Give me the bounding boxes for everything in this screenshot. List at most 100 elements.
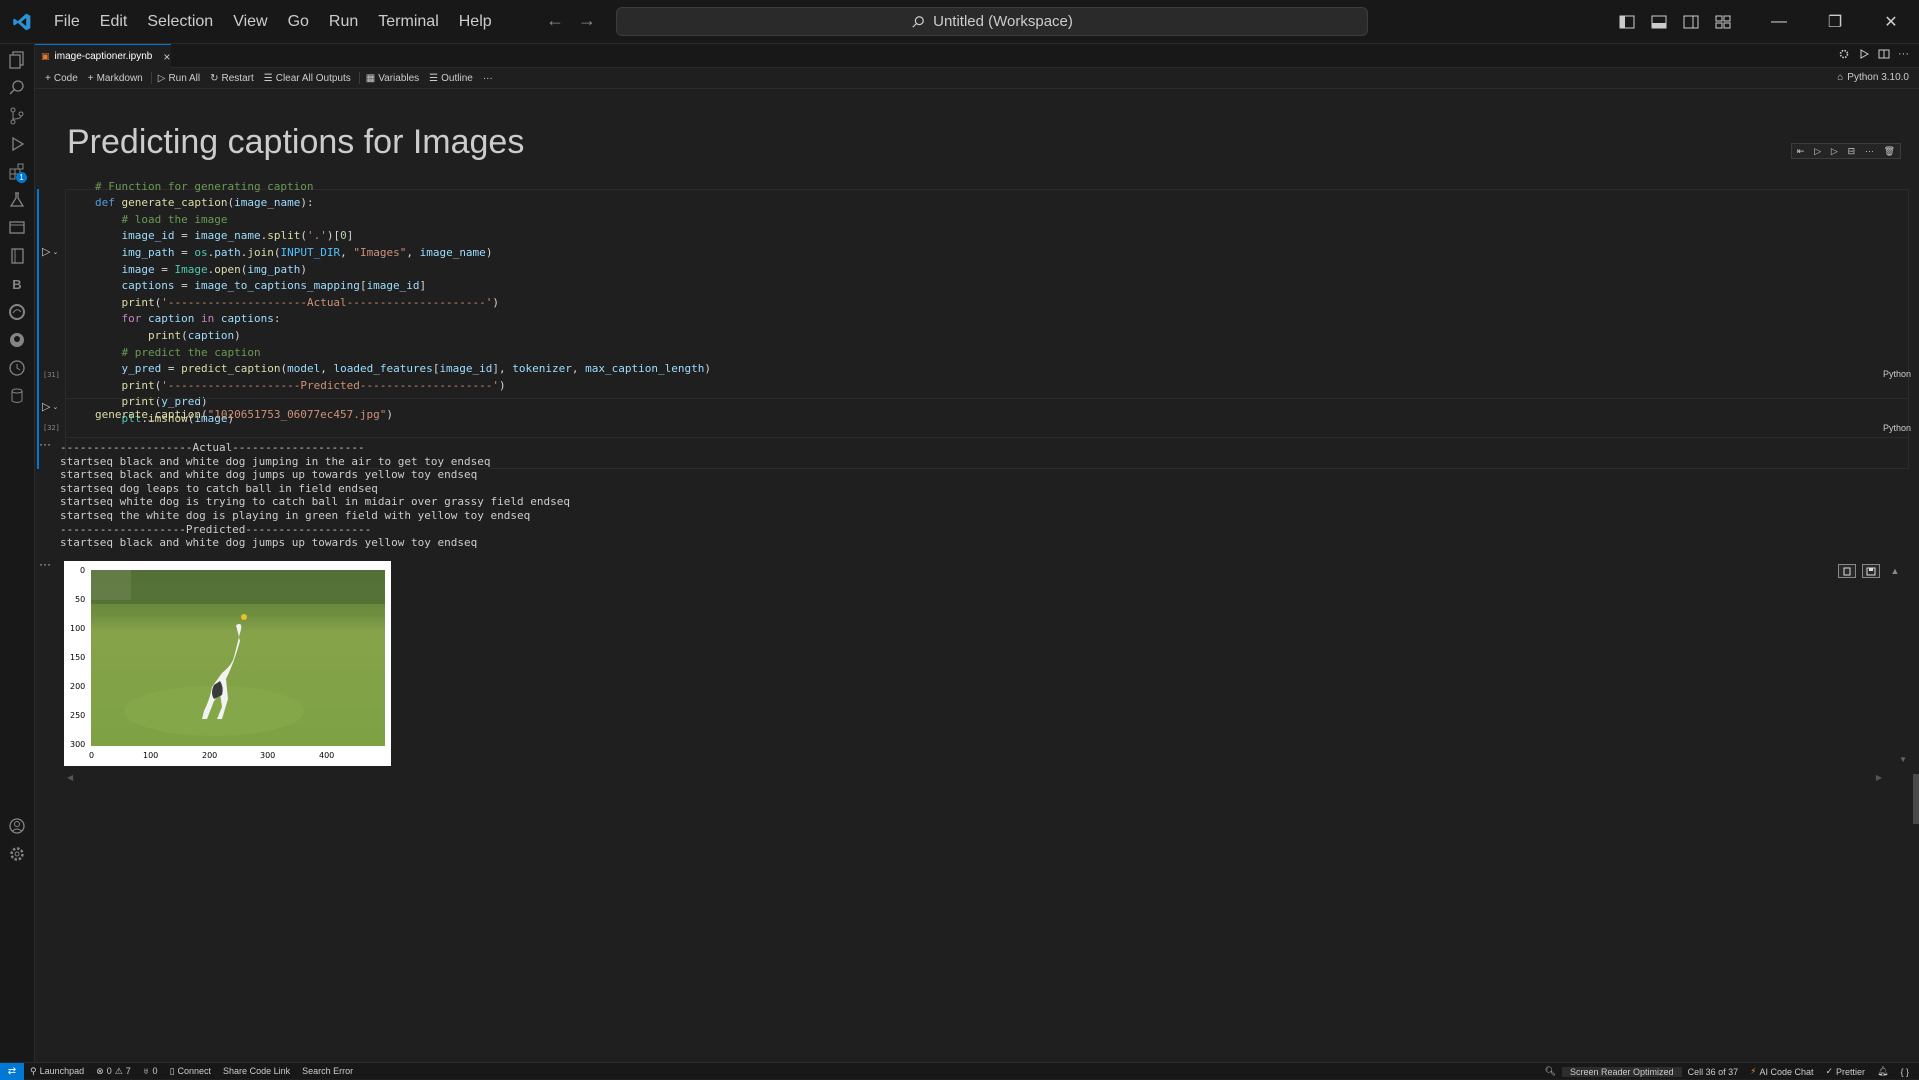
code-line: for caption in captions:	[121, 312, 281, 326]
scroll-left-icon[interactable]: ◀	[67, 773, 73, 782]
clear-outputs-button[interactable]: ☰ Clear All Outputs	[260, 73, 357, 84]
scroll-down-icon[interactable]: ▼	[1899, 755, 1907, 764]
extensions-icon[interactable]: 1	[7, 162, 27, 183]
execute-below-icon[interactable]: ▷	[1814, 146, 1821, 157]
screen-reader-item[interactable]: Screen Reader Optimized	[1562, 1066, 1682, 1077]
split-editor-icon[interactable]	[1878, 48, 1890, 60]
cell2-language[interactable]: Python	[1883, 423, 1911, 433]
cell1-language[interactable]: Python	[1883, 369, 1911, 379]
split-cell-icon[interactable]: ⊟	[1848, 146, 1856, 157]
execute-cell-icon[interactable]: ▷	[1831, 146, 1838, 157]
tab-image-captioner[interactable]: ▣ image-captioner.ipynb ×	[35, 44, 171, 68]
clear-all-icon: ☰	[263, 72, 273, 84]
cell1-run-button[interactable]: ▷ ⌄	[42, 245, 58, 258]
delete-cell-icon[interactable]: 🗑	[1884, 146, 1895, 157]
menu-run[interactable]: Run	[319, 0, 368, 44]
customize-layout-icon[interactable]	[1707, 0, 1739, 44]
vertical-scrollbar-thumb[interactable]	[1913, 774, 1919, 824]
forward-arrow-icon[interactable]: →	[578, 10, 596, 31]
chevron-down-icon: ⌄	[52, 248, 59, 256]
tab-close-icon[interactable]: ×	[163, 50, 170, 64]
toggle-primary-sidebar-icon[interactable]	[1611, 0, 1643, 44]
menu-selection[interactable]: Selection	[137, 0, 223, 44]
database-icon[interactable]	[7, 386, 27, 406]
cell2-code[interactable]: generate_caption("1020651753_06077ec457.…	[95, 407, 393, 424]
scroll-right-icon[interactable]: ▶	[1876, 773, 1882, 782]
restart-button[interactable]: ↻ Restart	[206, 73, 260, 84]
cell2-run-button[interactable]: ▷ ⌄	[42, 400, 58, 413]
chevron-up-icon[interactable]: ▲	[1886, 564, 1904, 578]
add-code-cell-button[interactable]: + Code	[41, 73, 84, 84]
settings-gear-icon[interactable]	[7, 844, 27, 864]
toolbar-separator	[358, 72, 360, 84]
toolbar-separator	[150, 72, 152, 84]
variables-button[interactable]: ▦ Variables	[362, 73, 425, 84]
toggle-panel-icon[interactable]	[1643, 0, 1675, 44]
ai-code-chat-item[interactable]: ⚡ AI Code Chat	[1744, 1066, 1819, 1077]
save-output-icon[interactable]	[1862, 564, 1880, 578]
code-line: # Function for generating caption	[95, 179, 314, 193]
minimize-icon[interactable]: —	[1751, 0, 1807, 44]
run-debug-icon[interactable]	[7, 134, 27, 154]
search-error-item[interactable]: Search Error	[296, 1066, 359, 1076]
image-plot-output: 0 50 100 150 200 250 300 0 100 200 300 4…	[64, 561, 391, 766]
kernel-picker[interactable]: ⌂ Python 3.10.0	[1837, 72, 1909, 83]
extensions-badge: 1	[16, 172, 27, 183]
run-cell-icon: ▷	[42, 246, 51, 258]
testing-flask-icon[interactable]	[7, 190, 27, 210]
menu-file[interactable]: File	[44, 0, 90, 44]
connect-item[interactable]: ▯ Connect	[164, 1066, 217, 1077]
x-tick: 200	[202, 751, 218, 760]
code-line: image_id = image_name.split('.')[0]	[121, 229, 354, 243]
feedback-braces-icon[interactable]: { }	[1894, 1067, 1915, 1077]
ports-item[interactable]: ♅ 0	[137, 1066, 164, 1076]
zoom-icon[interactable]: 🔍︎	[1539, 1066, 1562, 1077]
notifications-bell-icon[interactable]: 🔔︎	[1871, 1066, 1894, 1077]
accounts-icon[interactable]	[7, 816, 27, 836]
search-sidebar-icon[interactable]	[7, 78, 27, 98]
source-control-icon[interactable]	[7, 106, 27, 126]
remote-explorer-icon[interactable]	[7, 218, 27, 238]
menu-view[interactable]: View	[223, 0, 277, 44]
menu-edit[interactable]: Edit	[90, 0, 138, 44]
output-more-icon[interactable]: ···	[39, 437, 51, 451]
cell-position-item[interactable]: Cell 36 of 37	[1682, 1067, 1745, 1077]
menu-help[interactable]: Help	[449, 0, 502, 44]
output-more-icon[interactable]: ···	[39, 557, 51, 571]
add-markdown-label: Markdown	[96, 72, 143, 84]
prettier-item[interactable]: ✓ Prettier	[1819, 1066, 1871, 1077]
edge-browser-icon[interactable]	[7, 302, 27, 322]
launchpad-item[interactable]: ⚲ Launchpad	[24, 1066, 90, 1077]
timeline-icon[interactable]	[7, 358, 27, 378]
menu-go[interactable]: Go	[278, 0, 319, 44]
command-center[interactable]: Untitled (Workspace)	[616, 7, 1368, 36]
toggle-secondary-sidebar-icon[interactable]	[1675, 0, 1707, 44]
copy-output-icon[interactable]	[1838, 564, 1856, 578]
code-line: print('---------------------Actual------…	[121, 295, 500, 309]
share-code-link-item[interactable]: Share Code Link	[217, 1066, 296, 1076]
kernel-label: Python 3.10.0	[1847, 72, 1909, 83]
settings-gear-icon[interactable]	[1838, 48, 1850, 60]
more-actions-icon[interactable]: ···	[1898, 48, 1909, 60]
output-line: startseq white dog is trying to catch ba…	[60, 495, 570, 509]
remote-indicator-icon[interactable]: ⇄	[0, 1062, 24, 1080]
restore-icon[interactable]: ❐	[1807, 0, 1863, 44]
github-icon[interactable]	[7, 330, 27, 350]
menu-bar: File Edit Selection View Go Run Terminal…	[44, 0, 502, 44]
run-icon[interactable]	[1858, 48, 1870, 60]
explorer-icon[interactable]	[7, 50, 27, 70]
outline-button[interactable]: ☰ Outline	[425, 73, 479, 84]
cell-focus-indicator	[37, 189, 39, 469]
add-markdown-cell-button[interactable]: + Markdown	[84, 73, 149, 84]
notebook-icon[interactable]	[7, 246, 27, 266]
problems-item[interactable]: ⊗ 0 ⚠ 7	[90, 1066, 137, 1077]
execute-above-icon[interactable]: ⇤	[1797, 146, 1805, 157]
close-window-icon[interactable]: ✕	[1863, 0, 1919, 44]
back-arrow-icon[interactable]: ←	[546, 10, 564, 31]
menu-terminal[interactable]: Terminal	[368, 0, 448, 44]
bold-b-icon[interactable]: B	[7, 274, 27, 294]
run-all-button[interactable]: ▷ Run All	[154, 73, 206, 84]
cell-more-icon[interactable]: ···	[1865, 146, 1874, 156]
toolbar-more-icon[interactable]: ···	[479, 73, 499, 84]
y-tick: 0	[80, 566, 86, 575]
